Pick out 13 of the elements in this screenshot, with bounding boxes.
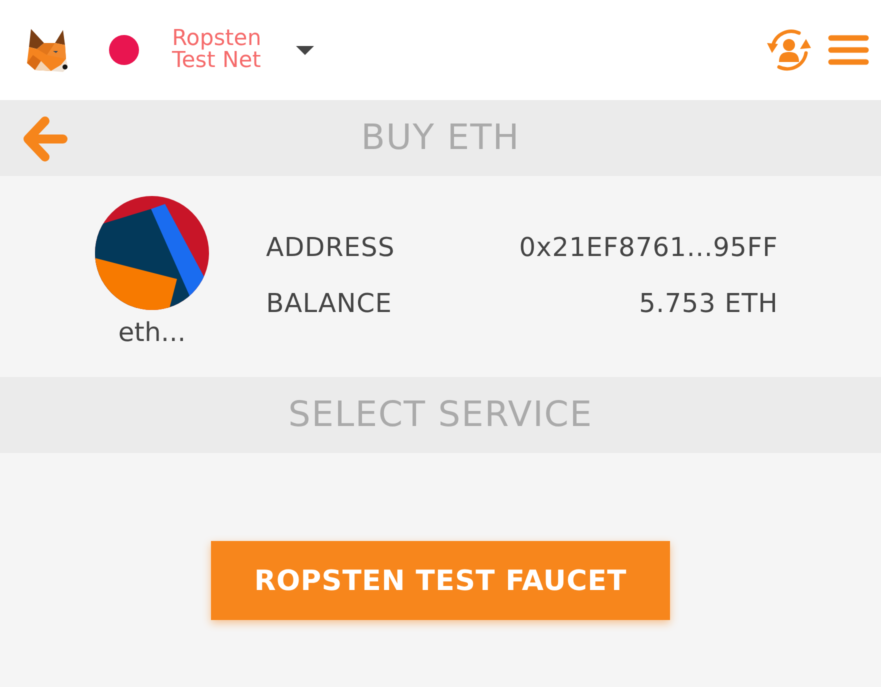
- caret-icon[interactable]: [296, 46, 314, 54]
- faucet-button[interactable]: ROPSTEN TEST FAUCET: [211, 541, 670, 620]
- network-name[interactable]: Ropsten Test Net: [172, 28, 284, 72]
- section-title: SELECT SERVICE: [288, 398, 593, 432]
- section-title: BUY ETH: [361, 120, 520, 156]
- menu-icon[interactable]: [828, 35, 869, 65]
- field-value: 5.753 ETH: [638, 288, 778, 320]
- field-value: 0x21EF8761...95FF: [519, 232, 778, 264]
- fox-logo-icon: [25, 27, 68, 73]
- field-label: BALANCE: [266, 288, 392, 320]
- account-switch-icon[interactable]: [766, 27, 812, 73]
- account-name: eth...: [118, 318, 186, 350]
- field-label: ADDRESS: [266, 232, 395, 264]
